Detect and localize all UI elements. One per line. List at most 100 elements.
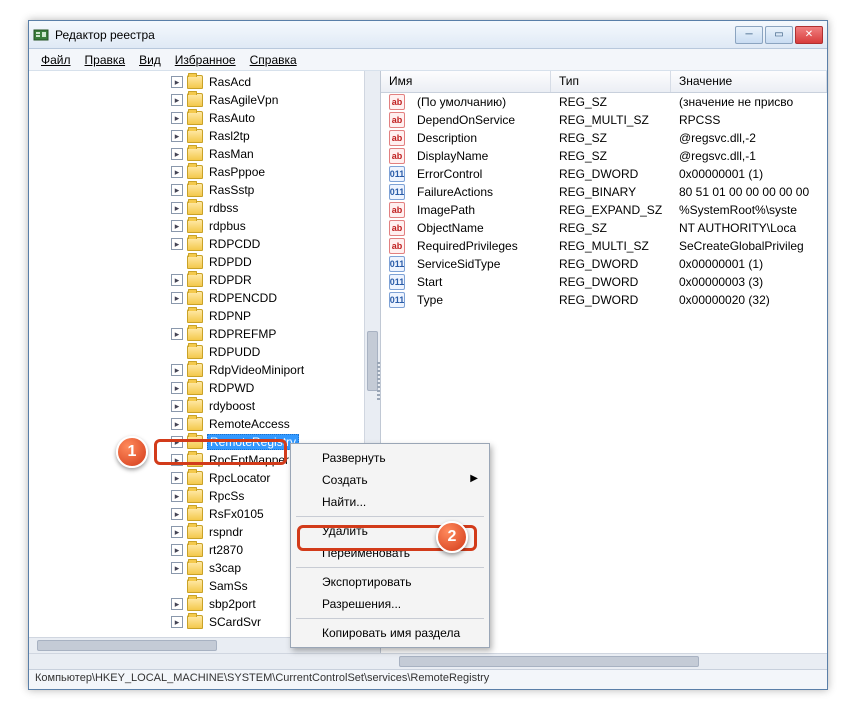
- close-button[interactable]: ✕: [795, 26, 823, 44]
- value-row[interactable]: 011StartREG_DWORD0x00000003 (3): [381, 273, 827, 291]
- tree-item-rasagilevpn[interactable]: ▸ RasAgileVpn: [29, 91, 364, 109]
- menu-file[interactable]: Файл: [35, 51, 77, 69]
- expand-toggle-icon[interactable]: ▸: [171, 562, 183, 574]
- expand-toggle-icon[interactable]: ▸: [171, 76, 183, 88]
- menu-view[interactable]: Вид: [133, 51, 167, 69]
- value-name: Description: [409, 131, 551, 145]
- expand-toggle-icon[interactable]: ▸: [171, 508, 183, 520]
- expand-toggle-icon[interactable]: ▸: [171, 616, 183, 628]
- folder-icon: [187, 291, 203, 305]
- expand-toggle-icon[interactable]: ▸: [171, 382, 183, 394]
- value-row[interactable]: abObjectNameREG_SZNT AUTHORITY\Loca: [381, 219, 827, 237]
- value-row[interactable]: abRequiredPrivilegesREG_MULTI_SZSeCreate…: [381, 237, 827, 255]
- expand-toggle-icon[interactable]: ▸: [171, 202, 183, 214]
- value-type: REG_DWORD: [551, 293, 671, 307]
- cm-find[interactable]: Найти...: [294, 491, 486, 513]
- regedit-icon: [33, 27, 49, 43]
- minimize-button[interactable]: ─: [735, 26, 763, 44]
- value-row[interactable]: 011TypeREG_DWORD0x00000020 (32): [381, 291, 827, 309]
- menu-help[interactable]: Справка: [244, 51, 303, 69]
- expand-toggle-icon[interactable]: ▸: [171, 130, 183, 142]
- value-row[interactable]: 011ServiceSidTypeREG_DWORD0x00000001 (1): [381, 255, 827, 273]
- expand-toggle-icon[interactable]: ▸: [171, 94, 183, 106]
- value-row[interactable]: ab(По умолчанию)REG_SZ(значение не присв…: [381, 93, 827, 111]
- expand-toggle-icon[interactable]: ▸: [171, 274, 183, 286]
- maximize-button[interactable]: ▭: [765, 26, 793, 44]
- tree-item-rasl2tp[interactable]: ▸Rasl2tp: [29, 127, 364, 145]
- cm-export[interactable]: Экспортировать: [294, 571, 486, 593]
- cm-new[interactable]: Создать▶: [294, 469, 486, 491]
- tree-item-rdbss[interactable]: ▸rdbss: [29, 199, 364, 217]
- menu-edit[interactable]: Правка: [79, 51, 132, 69]
- tree-item-rdyboost[interactable]: ▸rdyboost: [29, 397, 364, 415]
- tree-item-remoteaccess[interactable]: ▸ RemoteAccess: [29, 415, 364, 433]
- tree-item-label: RDPUDD: [207, 345, 262, 359]
- tree-item-rdprefmp[interactable]: ▸RDPREFMP: [29, 325, 364, 343]
- expand-toggle-icon[interactable]: ▸: [171, 544, 183, 556]
- expand-toggle-icon[interactable]: ▸: [171, 328, 183, 340]
- tree-item-label: SamSs: [207, 579, 250, 593]
- cm-new-label: Создать: [322, 473, 368, 487]
- tree-item-label: RemoteAccess: [207, 417, 292, 431]
- folder-icon: [187, 489, 203, 503]
- cm-expand[interactable]: Развернуть: [294, 447, 486, 469]
- value-data: NT AUTHORITY\Loca: [671, 221, 827, 235]
- expand-toggle-icon[interactable]: ▸: [171, 184, 183, 196]
- tree-item-rasacd[interactable]: ▸RasAcd: [29, 73, 364, 91]
- expand-toggle-icon[interactable]: ▸: [171, 220, 183, 232]
- tree-item-rdpwd[interactable]: ▸RDPWD: [29, 379, 364, 397]
- column-value[interactable]: Значение: [671, 71, 827, 92]
- tree-item-rdpdd[interactable]: RDPDD: [29, 253, 364, 271]
- cm-copy-key-name[interactable]: Копировать имя раздела: [294, 622, 486, 644]
- tree-item-rasman[interactable]: ▸RasMan: [29, 145, 364, 163]
- titlebar[interactable]: Редактор реестра ─ ▭ ✕: [29, 21, 827, 49]
- window-buttons: ─ ▭ ✕: [733, 26, 823, 44]
- tree-item-rdpcdd[interactable]: ▸RDPCDD: [29, 235, 364, 253]
- tree-item-rasauto[interactable]: ▸RasAuto: [29, 109, 364, 127]
- tree-item-rdpbus[interactable]: ▸rdpbus: [29, 217, 364, 235]
- value-data: %SystemRoot%\syste: [671, 203, 827, 217]
- expand-toggle-icon[interactable]: ▸: [171, 436, 183, 448]
- value-row[interactable]: abImagePathREG_EXPAND_SZ%SystemRoot%\sys…: [381, 201, 827, 219]
- value-row[interactable]: abDisplayNameREG_SZ@regsvc.dll,-1: [381, 147, 827, 165]
- value-row[interactable]: 011ErrorControlREG_DWORD0x00000001 (1): [381, 165, 827, 183]
- expand-toggle-icon[interactable]: ▸: [171, 292, 183, 304]
- expand-toggle-icon[interactable]: ▸: [171, 598, 183, 610]
- folder-icon: [187, 201, 203, 215]
- expand-toggle-icon[interactable]: ▸: [171, 364, 183, 376]
- tree-item-rdpencdd[interactable]: ▸RDPENCDD: [29, 289, 364, 307]
- folder-icon: [187, 543, 203, 557]
- column-type[interactable]: Тип: [551, 71, 671, 92]
- folder-icon: [187, 183, 203, 197]
- expand-toggle-icon[interactable]: ▸: [171, 400, 183, 412]
- expand-toggle-icon[interactable]: ▸: [171, 238, 183, 250]
- scroll-thumb[interactable]: [399, 656, 699, 667]
- tree-item-label: RasAgileVpn: [207, 93, 280, 107]
- tree-item-label: RpcEptMapper: [207, 453, 291, 467]
- value-name: ServiceSidType: [409, 257, 551, 271]
- tree-item-rdpudd[interactable]: RDPUDD: [29, 343, 364, 361]
- value-row[interactable]: abDependOnServiceREG_MULTI_SZRPCSS: [381, 111, 827, 129]
- value-row[interactable]: 011FailureActionsREG_BINARY80 51 01 00 0…: [381, 183, 827, 201]
- tree-item-rdpdr[interactable]: ▸RDPDR: [29, 271, 364, 289]
- expand-toggle-icon[interactable]: ▸: [171, 472, 183, 484]
- value-row[interactable]: abDescriptionREG_SZ@regsvc.dll,-2: [381, 129, 827, 147]
- expand-toggle-icon[interactable]: ▸: [171, 526, 183, 538]
- tree-item-rdpnp[interactable]: RDPNP: [29, 307, 364, 325]
- main-horizontal-scrollbar[interactable]: [29, 653, 827, 669]
- cm-permissions[interactable]: Разрешения...: [294, 593, 486, 615]
- expand-toggle-icon[interactable]: ▸: [171, 490, 183, 502]
- menu-favorites[interactable]: Избранное: [169, 51, 242, 69]
- expand-toggle-icon[interactable]: ▸: [171, 166, 183, 178]
- scroll-thumb[interactable]: [37, 640, 217, 651]
- folder-icon: [187, 597, 203, 611]
- tree-item-raspppoe[interactable]: ▸RasPppoe: [29, 163, 364, 181]
- expand-toggle-icon[interactable]: ▸: [171, 112, 183, 124]
- value-name: Start: [409, 275, 551, 289]
- expand-toggle-icon[interactable]: ▸: [171, 418, 183, 430]
- tree-item-rassstp[interactable]: ▸RasSstp: [29, 181, 364, 199]
- expand-toggle-icon[interactable]: ▸: [171, 454, 183, 466]
- column-name[interactable]: Имя: [381, 71, 551, 92]
- expand-toggle-icon[interactable]: ▸: [171, 148, 183, 160]
- tree-item-rdpvideominiport[interactable]: ▸RdpVideoMiniport: [29, 361, 364, 379]
